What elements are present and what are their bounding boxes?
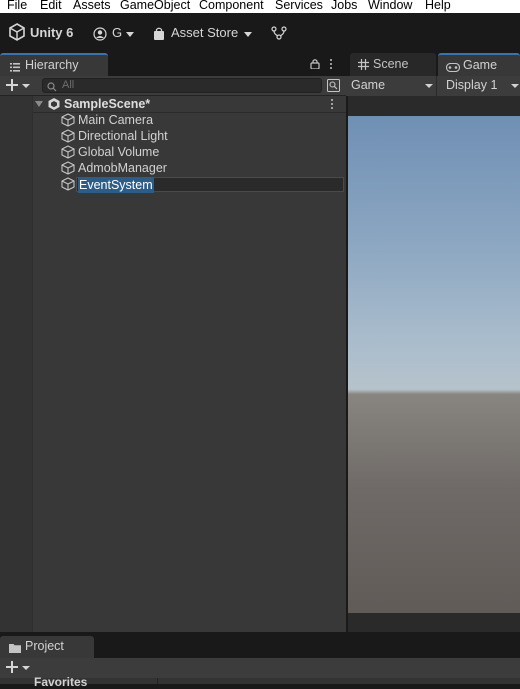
game-mode-dropdown[interactable]: Game — [346, 76, 437, 96]
hierarchy-item-label: Global Volume — [78, 145, 160, 159]
lock-icon[interactable] — [310, 58, 320, 70]
menu-gameobject[interactable]: GameObject — [120, 0, 190, 12]
scene-grid-icon — [358, 59, 369, 70]
menu-file[interactable]: File — [7, 0, 27, 12]
scene-expand-arrow-icon[interactable] — [35, 101, 43, 107]
asset-store-chevron-down-icon[interactable] — [244, 32, 252, 37]
menu-help[interactable]: Help — [425, 0, 451, 12]
main-toolbar: Unity 6 G Asset Store — [0, 13, 520, 52]
menu-window[interactable]: Window — [368, 0, 412, 12]
menu-assets[interactable]: Assets — [73, 0, 111, 12]
project-body: Favorites — [0, 676, 520, 688]
hierarchy-gutter — [0, 96, 33, 632]
search-placeholder: All — [62, 79, 75, 91]
hierarchy-item-label: Main Camera — [78, 113, 154, 127]
game-view-render[interactable] — [348, 116, 520, 613]
project-create-chevron-down-icon[interactable] — [22, 666, 30, 670]
display-dropdown-label: Display 1 — [446, 78, 498, 92]
scene-row[interactable]: SampleScene* — [33, 96, 346, 112]
display-dropdown[interactable]: Display 1 — [438, 76, 520, 96]
unity-logo-icon — [8, 23, 26, 41]
panel-splitter[interactable] — [346, 96, 348, 632]
hierarchy-item-label: Directional Light — [78, 129, 168, 143]
gameobject-cube-icon — [61, 161, 75, 175]
hierarchy-item-eventsystem[interactable]: EventSystem — [58, 176, 346, 193]
hierarchy-search-input[interactable]: All — [42, 78, 322, 93]
menu-jobs[interactable]: Jobs — [331, 0, 357, 12]
hierarchy-tab-more-icon[interactable] — [330, 59, 333, 74]
hierarchy-item-directional-light[interactable]: Directional Light — [58, 128, 346, 144]
asset-store-bag-icon — [153, 27, 165, 41]
gamepad-icon — [445, 61, 461, 73]
project-tab-label: Project — [25, 639, 64, 653]
gameobject-cube-icon — [61, 129, 75, 143]
hierarchy-tab-label: Hierarchy — [25, 58, 79, 72]
menu-services[interactable]: Services — [275, 0, 323, 12]
search-by-type-icon[interactable] — [327, 79, 340, 92]
rename-field[interactable]: EventSystem — [76, 177, 344, 193]
game-view-toolbar: Game Display 1 — [346, 76, 520, 96]
scene-tab-label: Scene — [373, 57, 409, 71]
tab-project[interactable]: Project — [0, 636, 94, 658]
create-plus-icon[interactable] — [6, 79, 18, 91]
gameobject-cube-icon — [61, 113, 75, 127]
project-divider — [157, 678, 158, 684]
account-chevron-down-icon[interactable] — [126, 32, 134, 37]
hierarchy-item-global-volume[interactable]: Global Volume — [58, 144, 346, 160]
game-mode-chevron-down-icon — [425, 84, 433, 88]
account-icon[interactable] — [93, 27, 107, 41]
asset-store-button[interactable]: Asset Store — [171, 25, 238, 40]
tab-hierarchy[interactable]: Hierarchy — [0, 53, 108, 76]
account-label[interactable]: G — [112, 25, 122, 40]
project-create-plus-icon[interactable] — [6, 661, 18, 673]
hierarchy-item-admobmanager[interactable]: AdmobManager — [58, 160, 346, 176]
tab-game[interactable]: Game — [438, 53, 520, 76]
display-chevron-down-icon — [511, 84, 519, 88]
hierarchy-toolbar: All — [0, 76, 346, 96]
unity-version-label[interactable]: Unity 6 — [30, 25, 73, 40]
menu-edit[interactable]: Edit — [40, 0, 62, 12]
folder-icon — [9, 642, 21, 653]
gameobject-cube-icon — [61, 145, 75, 159]
rename-field-text[interactable]: EventSystem — [78, 177, 154, 193]
menu-bar: File Edit Assets GameObject Component Se… — [0, 0, 520, 13]
scene-icon — [47, 97, 61, 111]
gameobject-cube-icon — [61, 177, 75, 191]
tab-scene[interactable]: Scene — [350, 53, 436, 76]
create-chevron-down-icon[interactable] — [22, 84, 30, 88]
hierarchy-item-main-camera[interactable]: Main Camera — [58, 112, 346, 128]
menu-component[interactable]: Component — [199, 0, 264, 12]
search-icon — [47, 81, 57, 92]
version-control-icon[interactable] — [271, 26, 287, 40]
favorites-label[interactable]: Favorites — [34, 676, 87, 688]
hierarchy-list-icon — [10, 61, 20, 72]
game-tab-label: Game — [463, 58, 498, 72]
scene-name: SampleScene* — [64, 97, 151, 111]
hierarchy-item-label: AdmobManager — [78, 161, 167, 175]
game-mode-dropdown-label: Game — [351, 78, 386, 92]
